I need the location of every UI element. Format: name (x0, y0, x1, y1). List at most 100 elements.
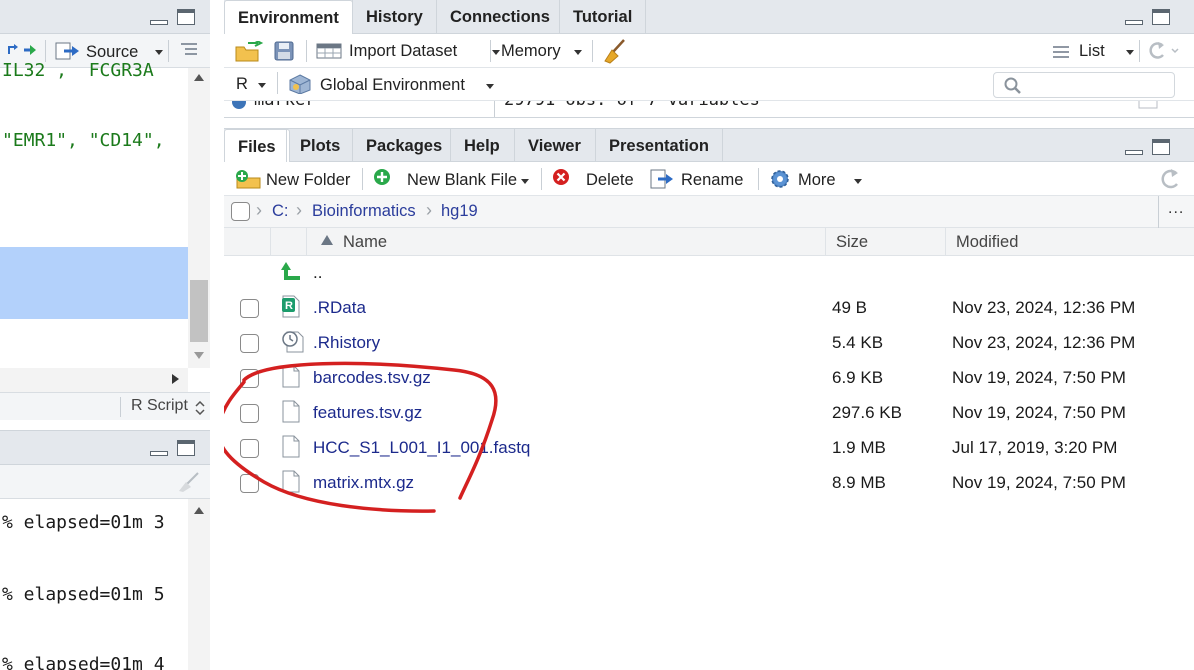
memory-button[interactable]: Memory (500, 39, 590, 63)
maximize-files-button[interactable] (1152, 139, 1172, 155)
console-output[interactable]: % elapsed=01m 3 % elapsed=01m 5 % elapse… (0, 499, 188, 670)
rename-button[interactable]: Rename (650, 166, 750, 192)
file-checkbox[interactable] (240, 439, 259, 458)
env-search-input[interactable] (1028, 75, 1168, 95)
expand-object-icon[interactable] (232, 101, 246, 109)
file-row[interactable]: matrix.mtx.gz 8.9 MB Nov 19, 2024, 7:50 … (224, 466, 1194, 501)
broom-icon[interactable] (176, 471, 202, 493)
right-column: Environment History Connections Tutorial… (224, 0, 1194, 670)
load-workspace-icon[interactable] (234, 41, 264, 63)
breadcrumb-hg19[interactable]: hg19 (441, 202, 478, 221)
breadcrumb-bioinformatics[interactable]: Bioinformatics (312, 202, 416, 221)
scroll-down-icon[interactable] (194, 352, 204, 359)
left-column: Source IL32 , FCGR3A "EMR1", "CD14", R S… (0, 0, 210, 670)
rename-icon (650, 169, 673, 189)
env-scope-bar: R Global Environment (224, 68, 1194, 100)
file-row[interactable]: barcodes.tsv.gz 6.9 KB Nov 19, 2024, 7:5… (224, 361, 1194, 396)
file-name[interactable]: HCC_S1_L001_I1_001.fastq (313, 438, 530, 458)
grid-view-icon[interactable] (1138, 100, 1158, 109)
file-name[interactable]: features.tsv.gz (313, 403, 422, 423)
new-folder-button[interactable]: New Folder (234, 166, 359, 192)
refresh-env-icon[interactable] (1144, 40, 1184, 62)
tab-environment[interactable]: Environment (224, 0, 353, 34)
scroll-up-icon[interactable] (194, 74, 204, 81)
maximize-source-button[interactable] (177, 9, 197, 25)
breadcrumb: › C: › Bioinformatics › hg19 ... (224, 196, 1194, 228)
scroll-thumb[interactable] (190, 280, 208, 342)
parent-dir-row[interactable]: .. (224, 256, 1194, 291)
minimize-env-button[interactable] (1125, 10, 1145, 26)
file-type-label[interactable]: R Script (131, 397, 188, 415)
tab-files[interactable]: Files (224, 129, 290, 163)
gear-icon (771, 170, 789, 188)
column-name[interactable]: Name (343, 233, 387, 252)
env-search-box[interactable] (993, 72, 1175, 98)
file-modified: Jul 17, 2019, 3:20 PM (952, 438, 1118, 457)
new-folder-label: New Folder (266, 171, 351, 189)
file-checkbox[interactable] (240, 474, 259, 493)
source-hscrollbar[interactable] (0, 368, 188, 392)
save-workspace-icon[interactable] (274, 41, 294, 61)
new-file-caret-icon (521, 179, 529, 184)
tab-viewer[interactable]: Viewer (514, 129, 594, 163)
tab-help[interactable]: Help (450, 129, 513, 163)
tab-tutorial[interactable]: Tutorial (559, 0, 647, 34)
file-name[interactable]: matrix.mtx.gz (313, 473, 414, 493)
column-modified[interactable]: Modified (956, 233, 1018, 252)
svg-text:R: R (285, 300, 293, 312)
memory-label: Memory (501, 42, 561, 60)
more-button[interactable]: More (768, 166, 868, 192)
source-caret-icon (155, 50, 163, 55)
tab-packages[interactable]: Packages (352, 129, 455, 163)
tab-presentation[interactable]: Presentation (595, 129, 723, 163)
list-view-button[interactable]: List (1052, 39, 1134, 63)
rdata-icon: R (282, 295, 300, 318)
maximize-env-button[interactable] (1152, 9, 1172, 25)
list-view-label: List (1079, 42, 1105, 60)
file-row[interactable]: features.tsv.gz 297.6 KB Nov 19, 2024, 7… (224, 396, 1194, 431)
breadcrumb-drive[interactable]: C: (272, 202, 289, 221)
file-checkbox[interactable] (240, 404, 259, 423)
environment-selector[interactable]: Global Environment (288, 72, 494, 96)
delete-button[interactable]: Delete (552, 166, 642, 192)
scroll-right-icon[interactable] (172, 374, 179, 384)
clear-workspace-broom-icon[interactable] (602, 38, 628, 64)
tab-connections[interactable]: Connections (436, 0, 563, 34)
code-editor[interactable]: IL32 , FCGR3A "EMR1", "CD14", (0, 60, 188, 368)
file-name[interactable]: .Rhistory (313, 333, 380, 353)
minimize-console-button[interactable] (150, 441, 170, 457)
minimize-files-button[interactable] (1125, 140, 1145, 156)
column-size[interactable]: Size (836, 233, 868, 252)
file-row[interactable]: .Rhistory 5.4 KB Nov 23, 2024, 12:36 PM (224, 326, 1194, 361)
pane-splitter[interactable] (210, 0, 224, 670)
file-row[interactable]: R .RData 49 B Nov 23, 2024, 12:36 PM (224, 291, 1194, 326)
console-toolbar (0, 465, 210, 499)
new-blank-file-button[interactable]: New Blank File (373, 166, 533, 192)
tab-history[interactable]: History (352, 0, 436, 34)
file-checkbox[interactable] (240, 299, 259, 318)
select-all-checkbox[interactable] (231, 202, 250, 221)
console-scrollbar[interactable] (188, 499, 210, 670)
console-pane-header (0, 430, 210, 465)
environment-caret-icon (486, 84, 494, 89)
import-table-icon (316, 43, 342, 59)
env-object-name: marker (254, 100, 316, 110)
console-scroll-up-icon[interactable] (194, 507, 204, 514)
more-path-icon[interactable]: ... (1168, 200, 1184, 218)
language-selector[interactable]: R (236, 72, 276, 96)
file-checkbox[interactable] (240, 369, 259, 388)
import-dataset-button[interactable]: Import Dataset (316, 39, 500, 63)
refresh-files-icon[interactable] (1158, 168, 1182, 190)
file-name[interactable]: .RData (313, 298, 366, 318)
maximize-console-button[interactable] (177, 440, 197, 456)
file-row[interactable]: HCC_S1_L001_I1_001.fastq 1.9 MB Jul 17, … (224, 431, 1194, 466)
file-name[interactable]: barcodes.tsv.gz (313, 368, 431, 388)
new-file-plus-icon (374, 169, 390, 185)
outline-icon[interactable] (180, 42, 198, 58)
re-run-icon[interactable] (6, 42, 38, 58)
tab-plots[interactable]: Plots (286, 129, 353, 163)
file-checkbox[interactable] (240, 334, 259, 353)
env-partial-row[interactable]: marker 29791 obs. of 7 variables (224, 100, 1194, 118)
source-scrollbar[interactable] (188, 68, 210, 368)
minimize-source-button[interactable] (150, 10, 170, 26)
